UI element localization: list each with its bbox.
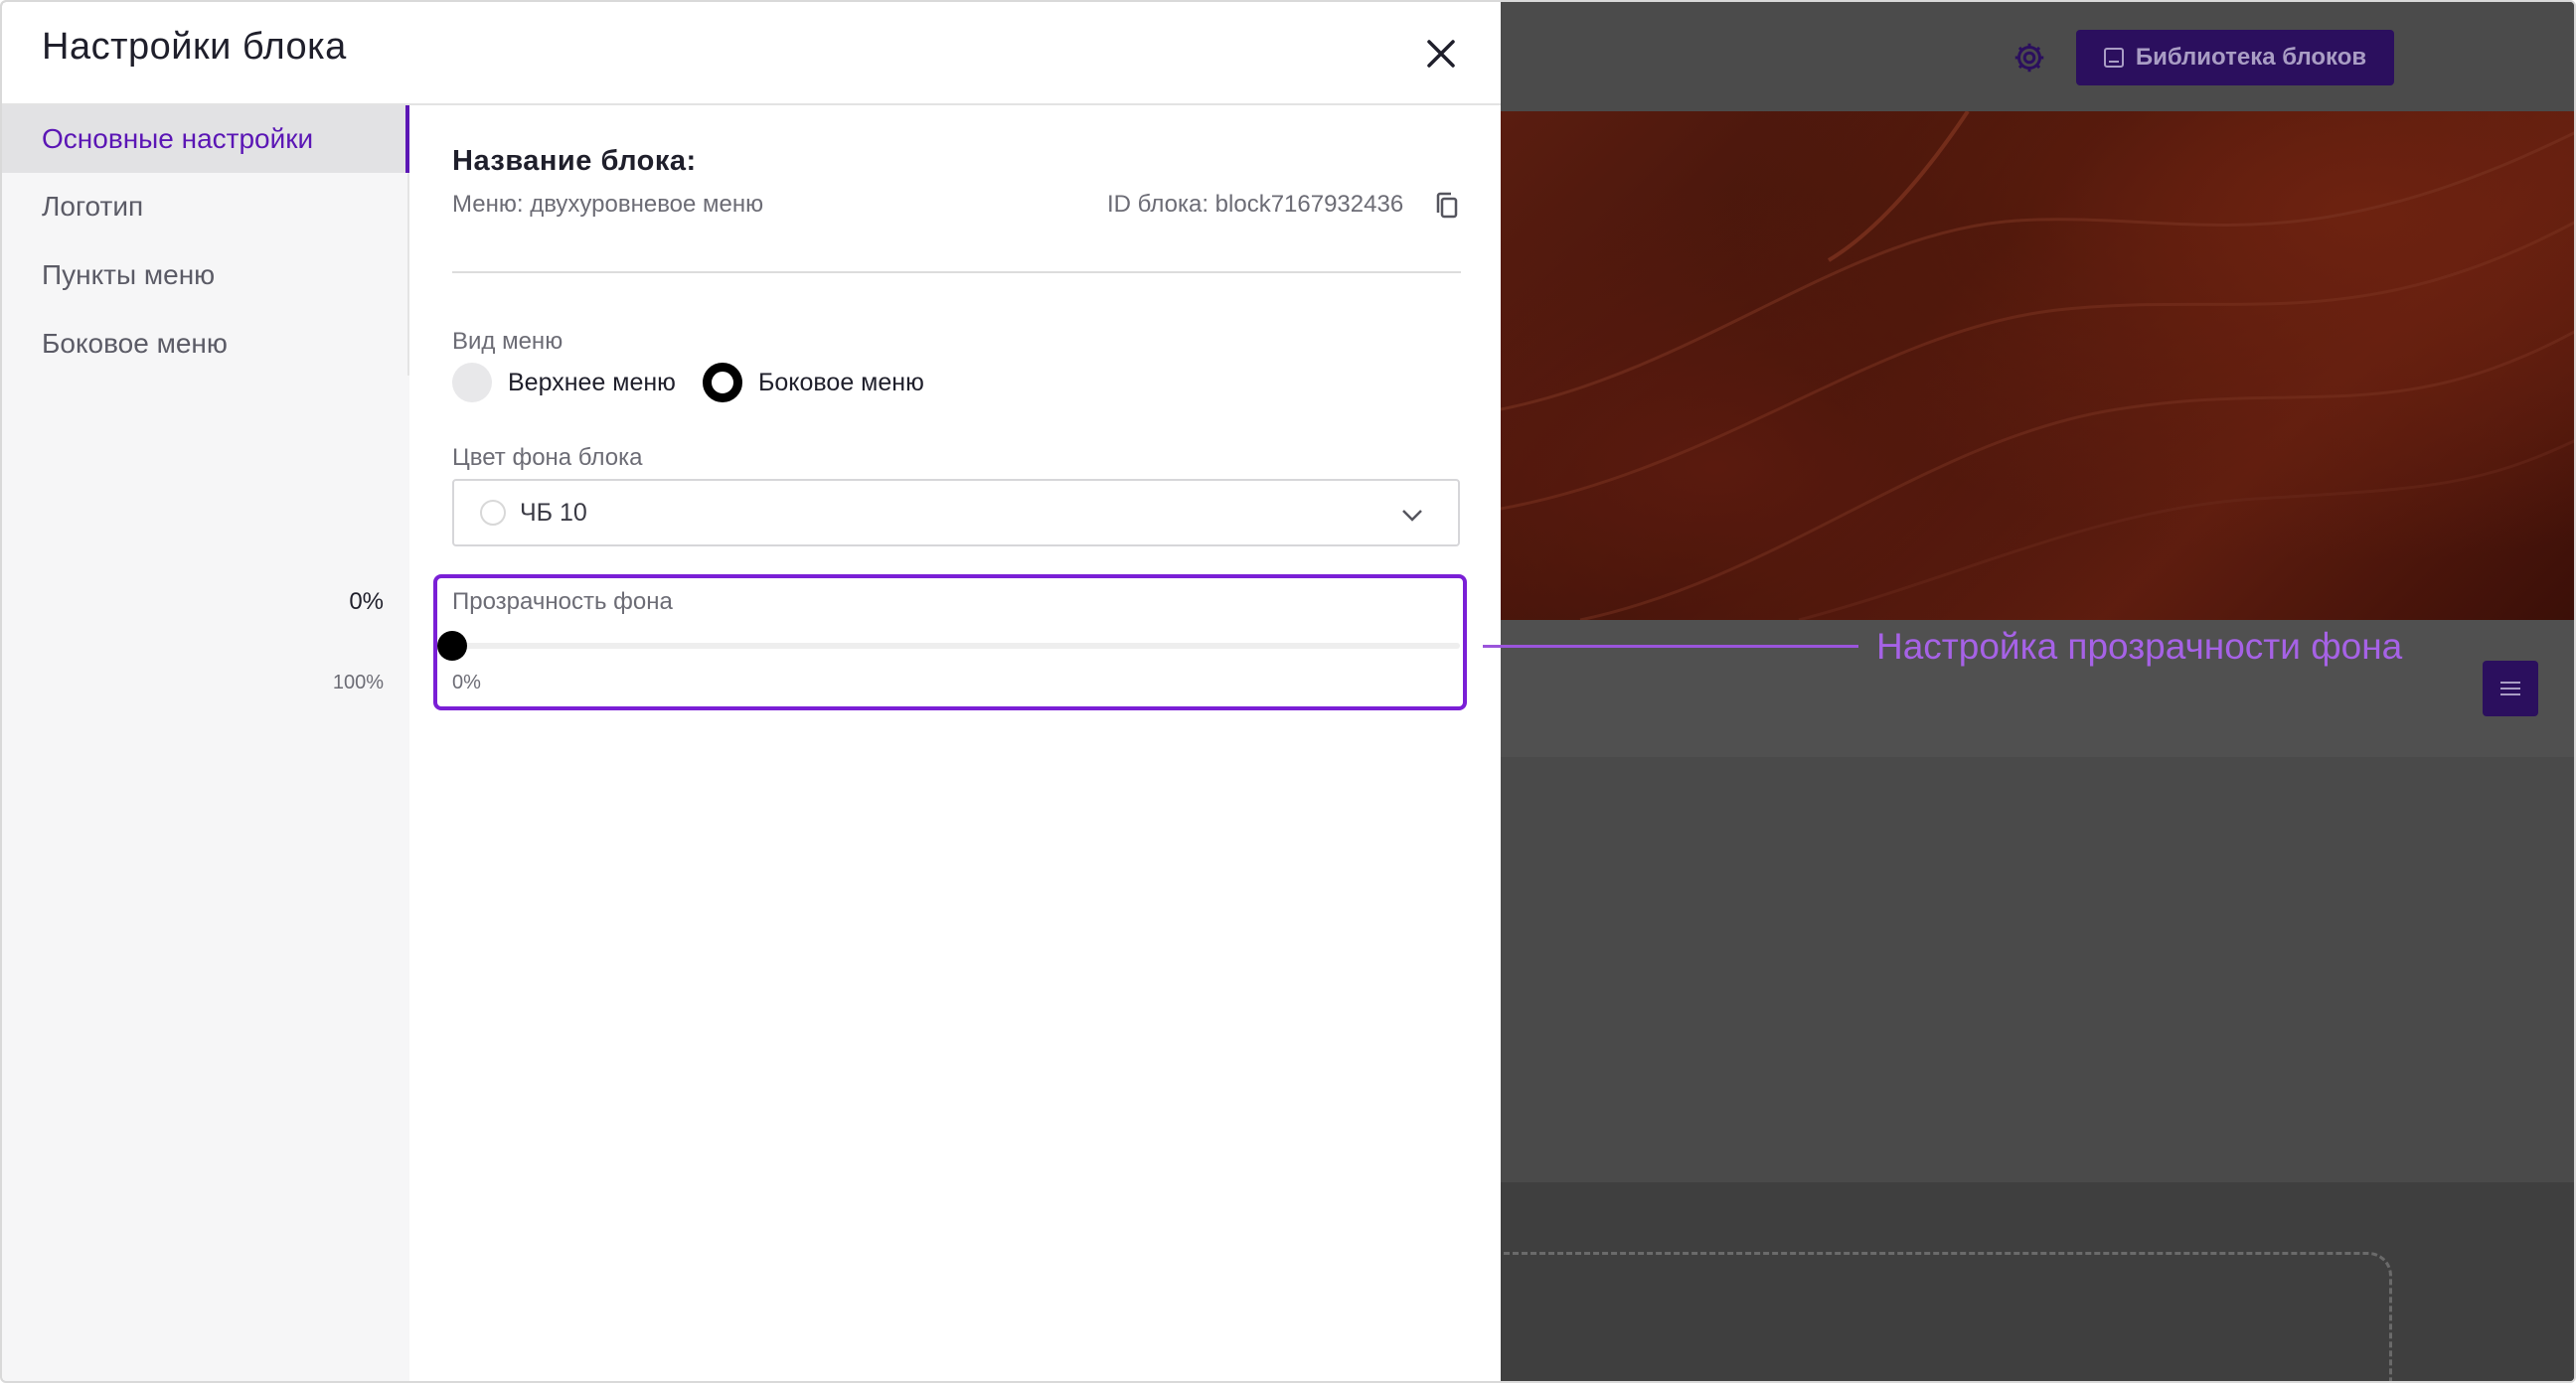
section-divider [452,271,1461,273]
slider-max-label: 100% [332,672,384,693]
app-frame: Библиотека блоков Настройки блока Основн… [0,0,2576,1383]
block-name-label: Название блока: [452,145,697,177]
bg-color-value: ЧБ 10 [520,498,587,527]
copy-icon[interactable] [1433,191,1461,221]
sidebar-item-label: Основные настройки [42,123,314,154]
radio-label: Верхнее меню [508,368,676,396]
transparency-slider-track[interactable] [452,643,1460,649]
add-block-dropzone[interactable] [1453,1252,2392,1381]
sidebar-item-label: Боковое меню [42,328,228,359]
sidebar-item-main-settings[interactable]: Основные настройки [2,105,409,173]
radio-top-menu[interactable]: Верхнее меню [452,363,676,402]
menu-type-label: Вид меню [452,328,564,355]
hero-background-image [1501,111,2574,620]
bg-color-select[interactable]: ЧБ 10 [452,479,1460,546]
bg-color-label: Цвет фона блока [452,444,643,471]
annotation-line [1483,645,1858,648]
block-settings-modal: Настройки блока Основные настройки Логот… [2,2,1501,1381]
radio-side-menu[interactable]: Боковое меню [703,363,924,402]
sidebar-item-logo[interactable]: Логотип [2,173,409,240]
transparency-value: 0% [349,588,384,615]
annotation-text: Настройка прозрачности фона [1876,626,2403,667]
slider-min-label: 0% [452,672,481,693]
image-icon [2103,48,2124,68]
sidebar-item-label: Логотип [42,191,144,222]
sidebar-item-side-menu[interactable]: Боковое меню [2,310,409,378]
radio-label: Боковое меню [758,368,924,396]
sidebar-item-menu-items[interactable]: Пункты меню [2,241,409,309]
editor-canvas [1501,757,2574,1182]
transparency-slider-thumb[interactable] [437,631,467,661]
block-subtitle: Меню: двухуровневое меню [452,191,764,218]
sidebar-item-label: Пункты меню [42,259,216,290]
modal-header: Настройки блока [2,2,1501,105]
radio-circle-selected [703,363,742,402]
transparency-label: Прозрачность фона [452,588,673,615]
gear-icon[interactable] [2008,36,2051,79]
radio-circle [452,363,492,402]
close-button[interactable] [1417,30,1465,77]
close-icon [1427,40,1455,68]
hamburger-icon[interactable] [2483,661,2538,716]
block-library-label: Библиотека блоков [2135,44,2367,71]
modal-title: Настройки блока [42,26,347,68]
block-id: ID блока: block7167932436 [1107,191,1404,218]
chevron-down-icon [1402,510,1422,522]
block-library-button[interactable]: Библиотека блоков [2076,30,2394,85]
color-swatch [480,500,506,526]
